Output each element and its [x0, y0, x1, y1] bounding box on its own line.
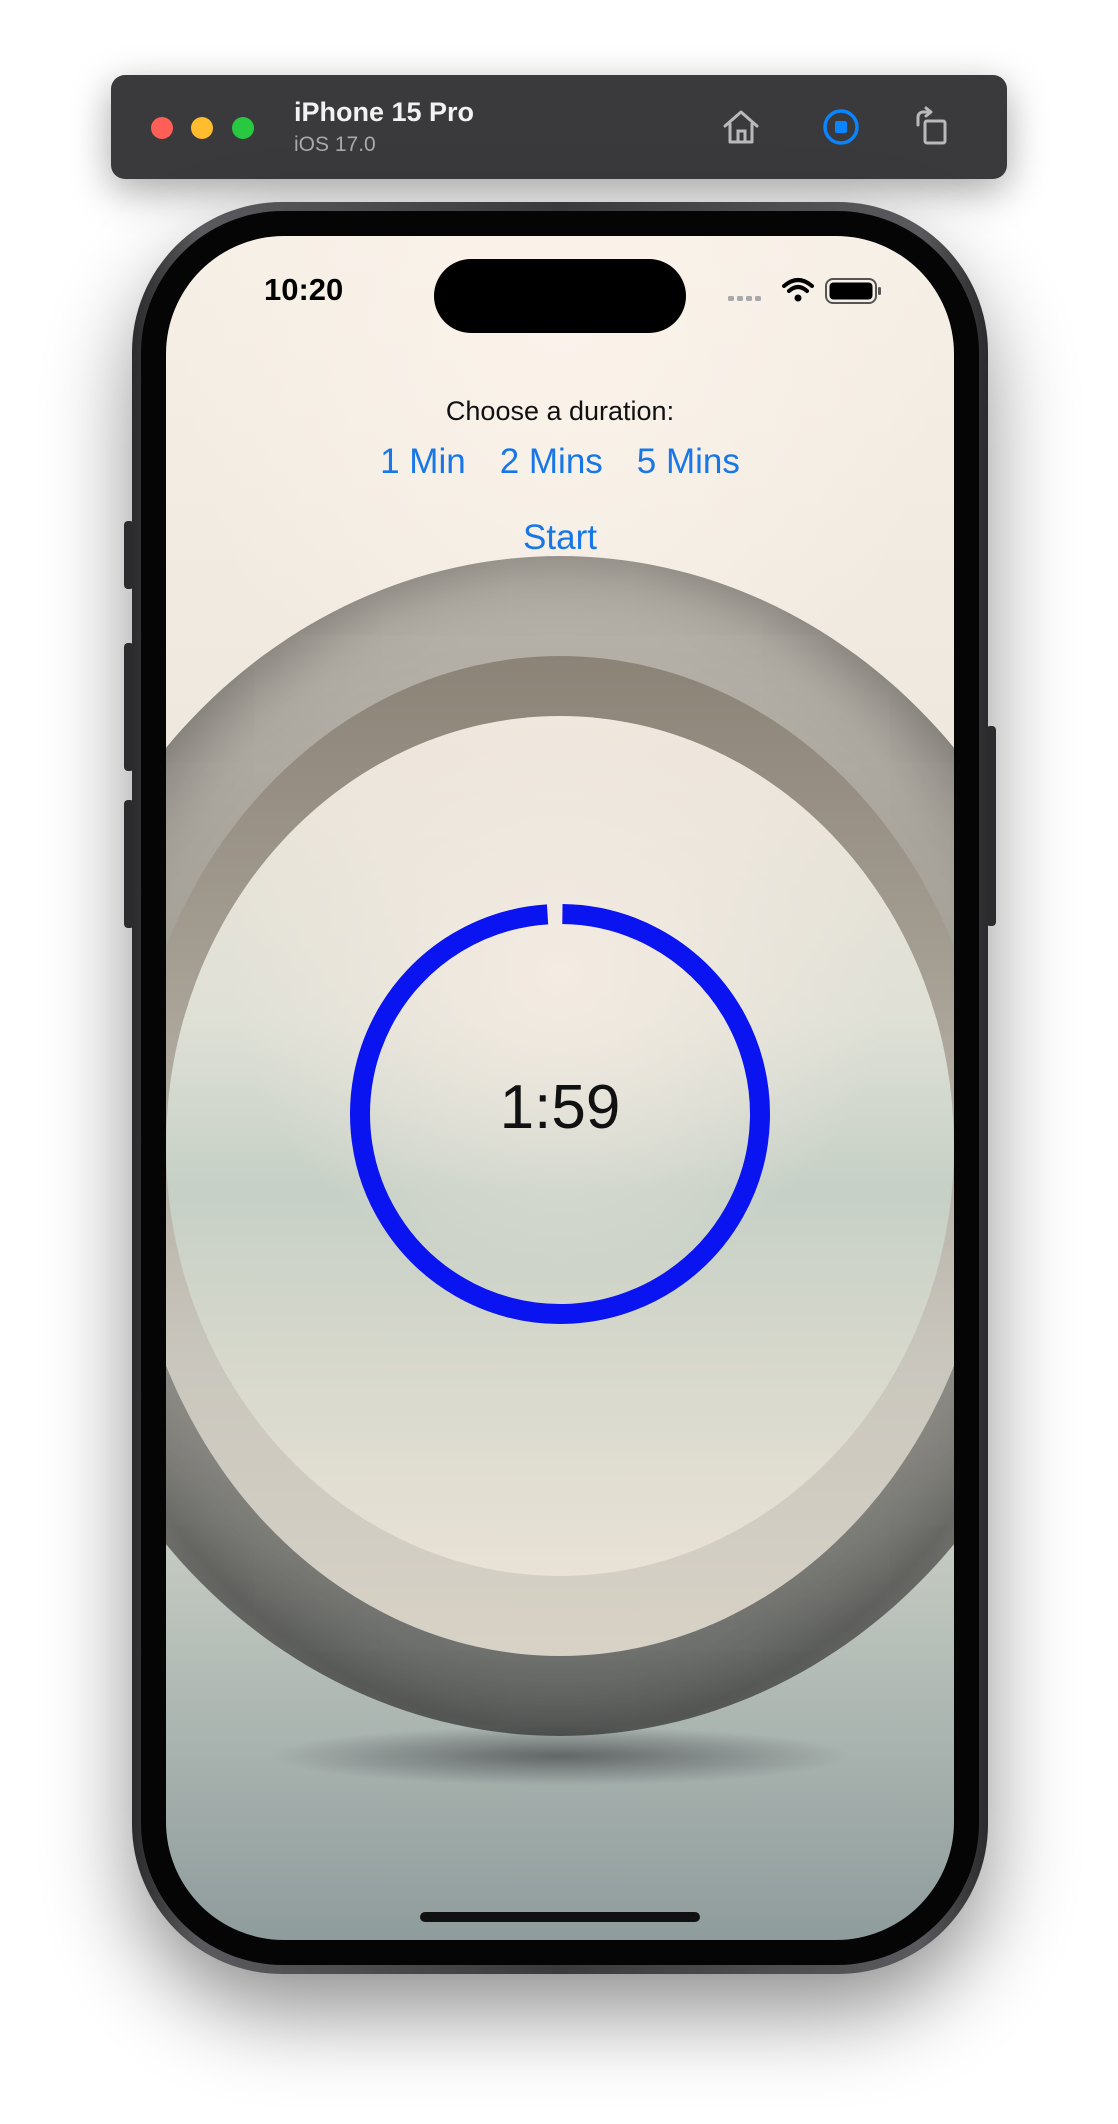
device-name: iPhone 15 Pro [294, 97, 475, 127]
phone-screen: 10:20 Choose a duration: 1 Min 2 Mins 5 … [166, 236, 954, 1940]
duration-2-mins-button[interactable]: 2 Mins [500, 442, 603, 482]
side-button [986, 726, 996, 926]
home-icon [723, 110, 759, 144]
rotate-icon [916, 106, 947, 145]
status-bar-time: 10:20 [264, 272, 344, 307]
battery-icon [825, 278, 881, 304]
action-button [124, 521, 134, 589]
background-floor-shadow [266, 1726, 854, 1786]
status-bar-icons [726, 276, 896, 306]
os-version: iOS 17.0 [294, 133, 376, 156]
simulator-title-bar: iPhone 15 Pro iOS 17.0 [111, 75, 1007, 179]
duration-5-mins-button[interactable]: 5 Mins [637, 442, 740, 482]
volume-down-button [124, 800, 134, 928]
screenshot-button[interactable] [815, 101, 867, 153]
rotate-button[interactable] [906, 101, 958, 153]
dynamic-island [434, 259, 686, 333]
start-button[interactable]: Start [166, 518, 954, 558]
close-window-button[interactable] [151, 117, 173, 139]
choose-duration-label: Choose a duration: [445, 396, 675, 426]
zoom-window-button[interactable] [232, 117, 254, 139]
home-button[interactable] [715, 101, 767, 153]
wifi-icon [782, 278, 814, 302]
timer-countdown: 1:59 [499, 1073, 621, 1142]
screenshot-icon [823, 109, 859, 145]
duration-options: 1 Min 2 Mins 5 Mins [166, 442, 954, 482]
home-indicator[interactable] [420, 1912, 700, 1922]
duration-1-min-button[interactable]: 1 Min [380, 442, 466, 482]
volume-up-button [124, 643, 134, 771]
cellular-icon [728, 296, 761, 301]
minimize-window-button[interactable] [191, 117, 213, 139]
